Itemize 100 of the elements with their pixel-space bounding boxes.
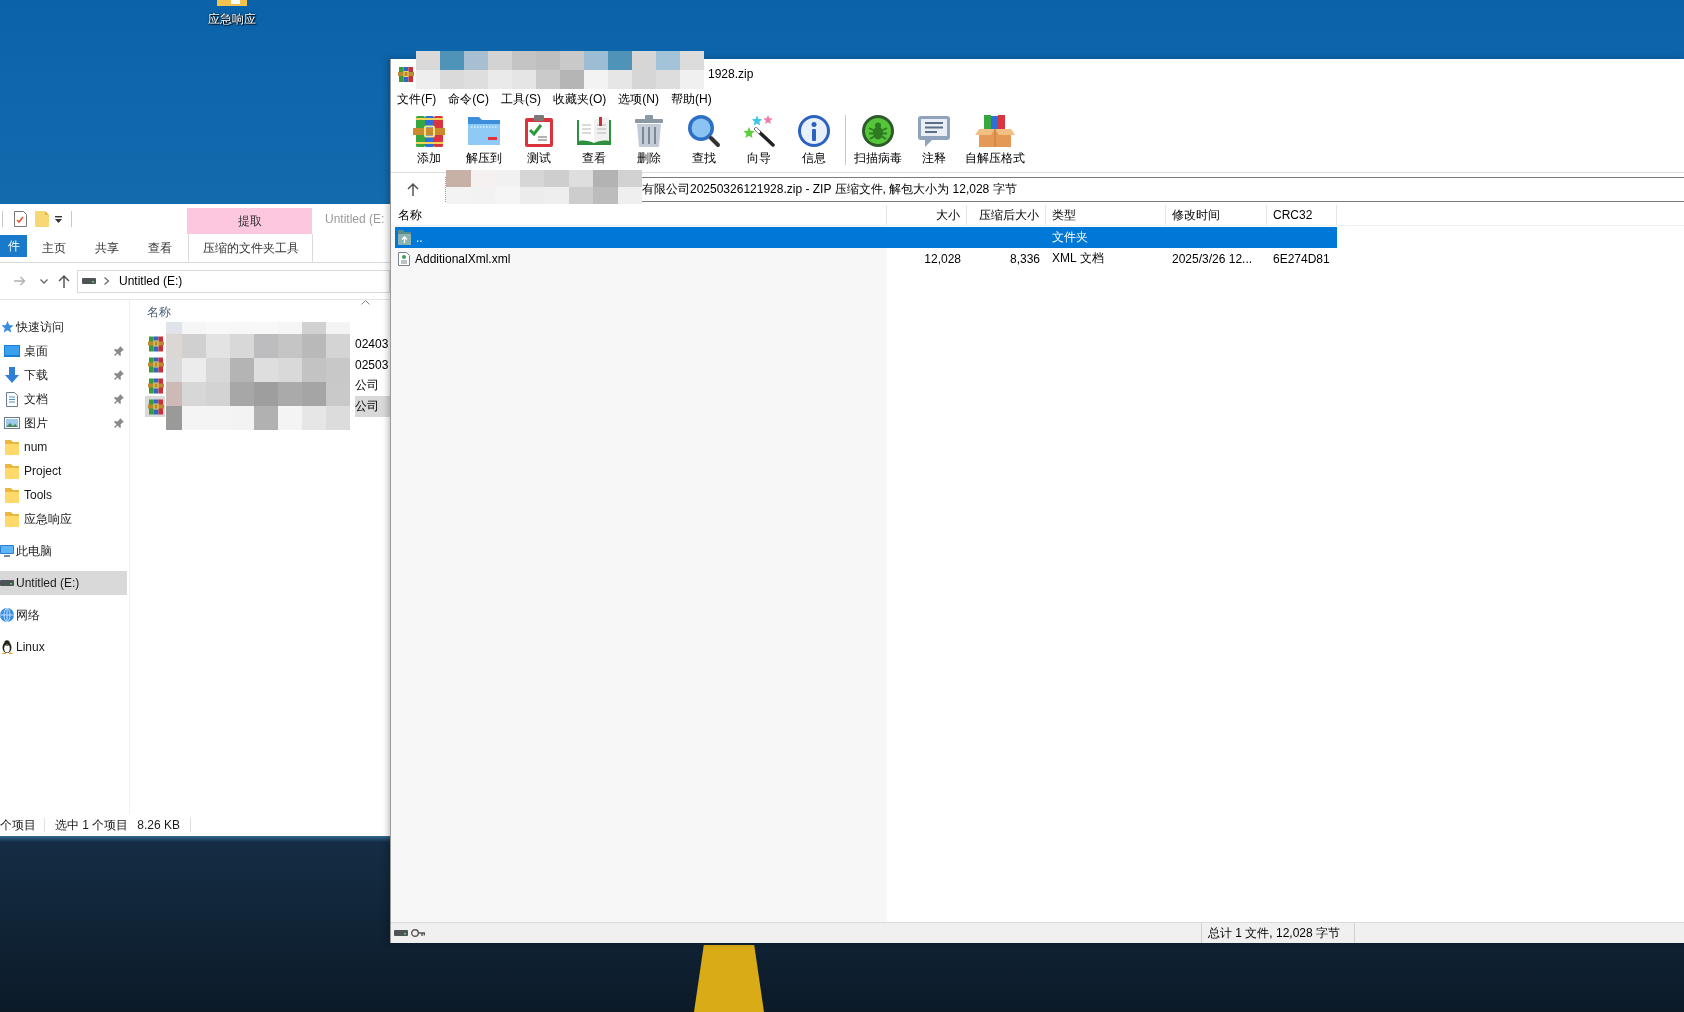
toolbar-button[interactable]: 查看 <box>566 115 621 165</box>
window-title: Untitled (E: <box>325 212 385 226</box>
dropdown-arrow-icon[interactable] <box>55 215 62 223</box>
toolbar-button[interactable]: 扫描病毒 <box>850 115 906 165</box>
key-icon[interactable] <box>411 929 425 937</box>
magic-wand-icon <box>742 115 775 147</box>
column-header[interactable]: CRC32 <box>1267 205 1337 225</box>
book-stack-icon <box>412 115 445 147</box>
document-icon <box>6 391 18 407</box>
nav-item[interactable]: Tools <box>0 483 127 507</box>
toolbar-button[interactable]: 删除 <box>621 115 676 165</box>
computer-icon <box>0 545 14 557</box>
bug-icon <box>862 115 894 147</box>
folder-icon <box>5 487 19 503</box>
folder-icon <box>5 511 19 527</box>
nav-item[interactable]: Linux <box>0 635 127 659</box>
toolbar-button[interactable]: 查找 <box>676 115 731 165</box>
ribbon-tab[interactable]: 主页 <box>27 234 80 262</box>
info-icon <box>797 115 830 147</box>
sort-caret-icon <box>361 300 370 305</box>
nav-item[interactable]: 文档 <box>0 387 114 411</box>
modified-cell: 2025/3/26 12... <box>1172 251 1253 266</box>
column-header[interactable]: 类型 <box>1046 205 1166 225</box>
nav-item[interactable]: 应急响应 <box>0 507 127 531</box>
folder-icon <box>217 0 247 6</box>
status-text: 总计 1 文件, 12,028 字节 <box>1201 923 1356 943</box>
nav-item[interactable]: 桌面 <box>0 339 114 363</box>
speech-bubble-icon <box>917 115 950 147</box>
window-title: 1928.zip <box>708 67 754 81</box>
nav-item[interactable]: 图片 <box>0 411 114 435</box>
file-row[interactable]: .. 文件夹 <box>395 227 1337 248</box>
type-cell: XML 文档 <box>1052 251 1104 265</box>
file-name: .. <box>416 230 423 245</box>
contextual-ribbon-tab[interactable]: 压缩的文件夹工具 <box>188 234 313 262</box>
nav-item[interactable]: 下载 <box>0 363 114 387</box>
toolbar-button[interactable]: 解压到 <box>456 115 511 165</box>
size-cell: 12,028 <box>924 251 961 266</box>
toolbar-button[interactable]: 添加 <box>401 115 456 165</box>
tab-group-header: 提取 <box>187 208 312 234</box>
star-icon <box>0 321 14 333</box>
box-icon <box>975 115 1015 147</box>
address-bar[interactable]: Untitled (E:) <box>77 269 390 293</box>
column-header[interactable]: 修改时间 <box>1166 205 1267 225</box>
desktop-icon <box>4 345 20 357</box>
toolbar-button[interactable]: 向导 <box>731 115 786 165</box>
drive-icon[interactable] <box>394 930 408 936</box>
ribbon-tab[interactable]: 共享 <box>80 234 133 262</box>
up-folder-icon <box>398 230 411 245</box>
menu-item[interactable]: 收藏夹(O) <box>553 90 607 108</box>
toolbar-button[interactable]: 信息 <box>786 115 841 165</box>
chevron-right-icon <box>104 277 109 285</box>
toolbar-button[interactable]: 自解压格式 <box>961 115 1029 165</box>
search-icon <box>687 115 720 147</box>
packed-size-cell: 8,336 <box>1009 251 1040 266</box>
book-stack-icon <box>145 396 165 417</box>
type-cell: 文件夹 <box>1052 230 1088 244</box>
file-name: AdditionalXml.xml <box>415 251 511 266</box>
checklist-icon[interactable] <box>14 211 27 227</box>
up-arrow-icon[interactable] <box>58 274 70 288</box>
file-item[interactable]: 公司 <box>355 375 390 396</box>
file-item[interactable]: 02503 <box>355 354 390 375</box>
crc-cell: 6E274D81 <box>1273 251 1330 266</box>
picture-icon <box>4 417 20 429</box>
nav-item[interactable]: 此电脑 <box>0 539 127 563</box>
nav-item[interactable]: 网络 <box>0 603 127 627</box>
nav-item[interactable]: Project <box>0 459 127 483</box>
clipboard-check-icon <box>524 115 553 147</box>
nav-item[interactable]: Untitled (E:) <box>0 571 127 595</box>
menu-item[interactable]: 帮助(H) <box>671 90 712 108</box>
breadcrumb-item[interactable]: Untitled (E:) <box>119 274 183 288</box>
menu-item[interactable]: 命令(C) <box>448 90 489 108</box>
column-header[interactable]: 名称 <box>395 205 887 225</box>
status-text: 8.26 KB <box>137 818 181 832</box>
network-icon <box>0 608 14 622</box>
open-book-icon <box>576 117 611 145</box>
folder-icon <box>5 439 19 455</box>
toolbar-button[interactable]: 测试 <box>511 115 566 165</box>
file-item[interactable]: 02403 <box>355 333 390 354</box>
status-text: 选中 1 个项目 <box>55 816 129 834</box>
toolbar-button[interactable]: 注释 <box>906 115 961 165</box>
column-header[interactable]: 压缩后大小 <box>967 205 1046 225</box>
menu-item[interactable]: 选项(N) <box>618 90 659 108</box>
nav-item[interactable]: num <box>0 435 127 459</box>
drive-icon <box>0 580 14 586</box>
chevron-down-icon[interactable] <box>40 278 48 284</box>
ribbon-tab[interactable]: 查看 <box>133 234 186 262</box>
file-item[interactable]: 公司 <box>355 396 390 417</box>
status-text: 个项目 <box>0 816 36 834</box>
column-header[interactable]: 大小 <box>887 205 967 225</box>
nav-item[interactable]: 快速访问 <box>0 315 127 339</box>
file-row[interactable]: AdditionalXml.xml 12,028 8,336 XML 文档 2025/3/26 12... 6E274D81 <box>395 248 1337 269</box>
up-arrow-icon[interactable] <box>407 182 419 196</box>
file-tab[interactable]: 件 <box>0 235 27 257</box>
drive-icon <box>82 278 96 284</box>
folder-icon <box>5 463 19 479</box>
column-header[interactable]: 名称 <box>147 303 171 321</box>
menu-item[interactable]: 文件(F) <box>397 90 437 108</box>
desktop-shortcut[interactable]: 应急响应 <box>200 0 264 27</box>
menu-item[interactable]: 工具(S) <box>501 90 541 108</box>
trash-icon <box>634 115 663 147</box>
